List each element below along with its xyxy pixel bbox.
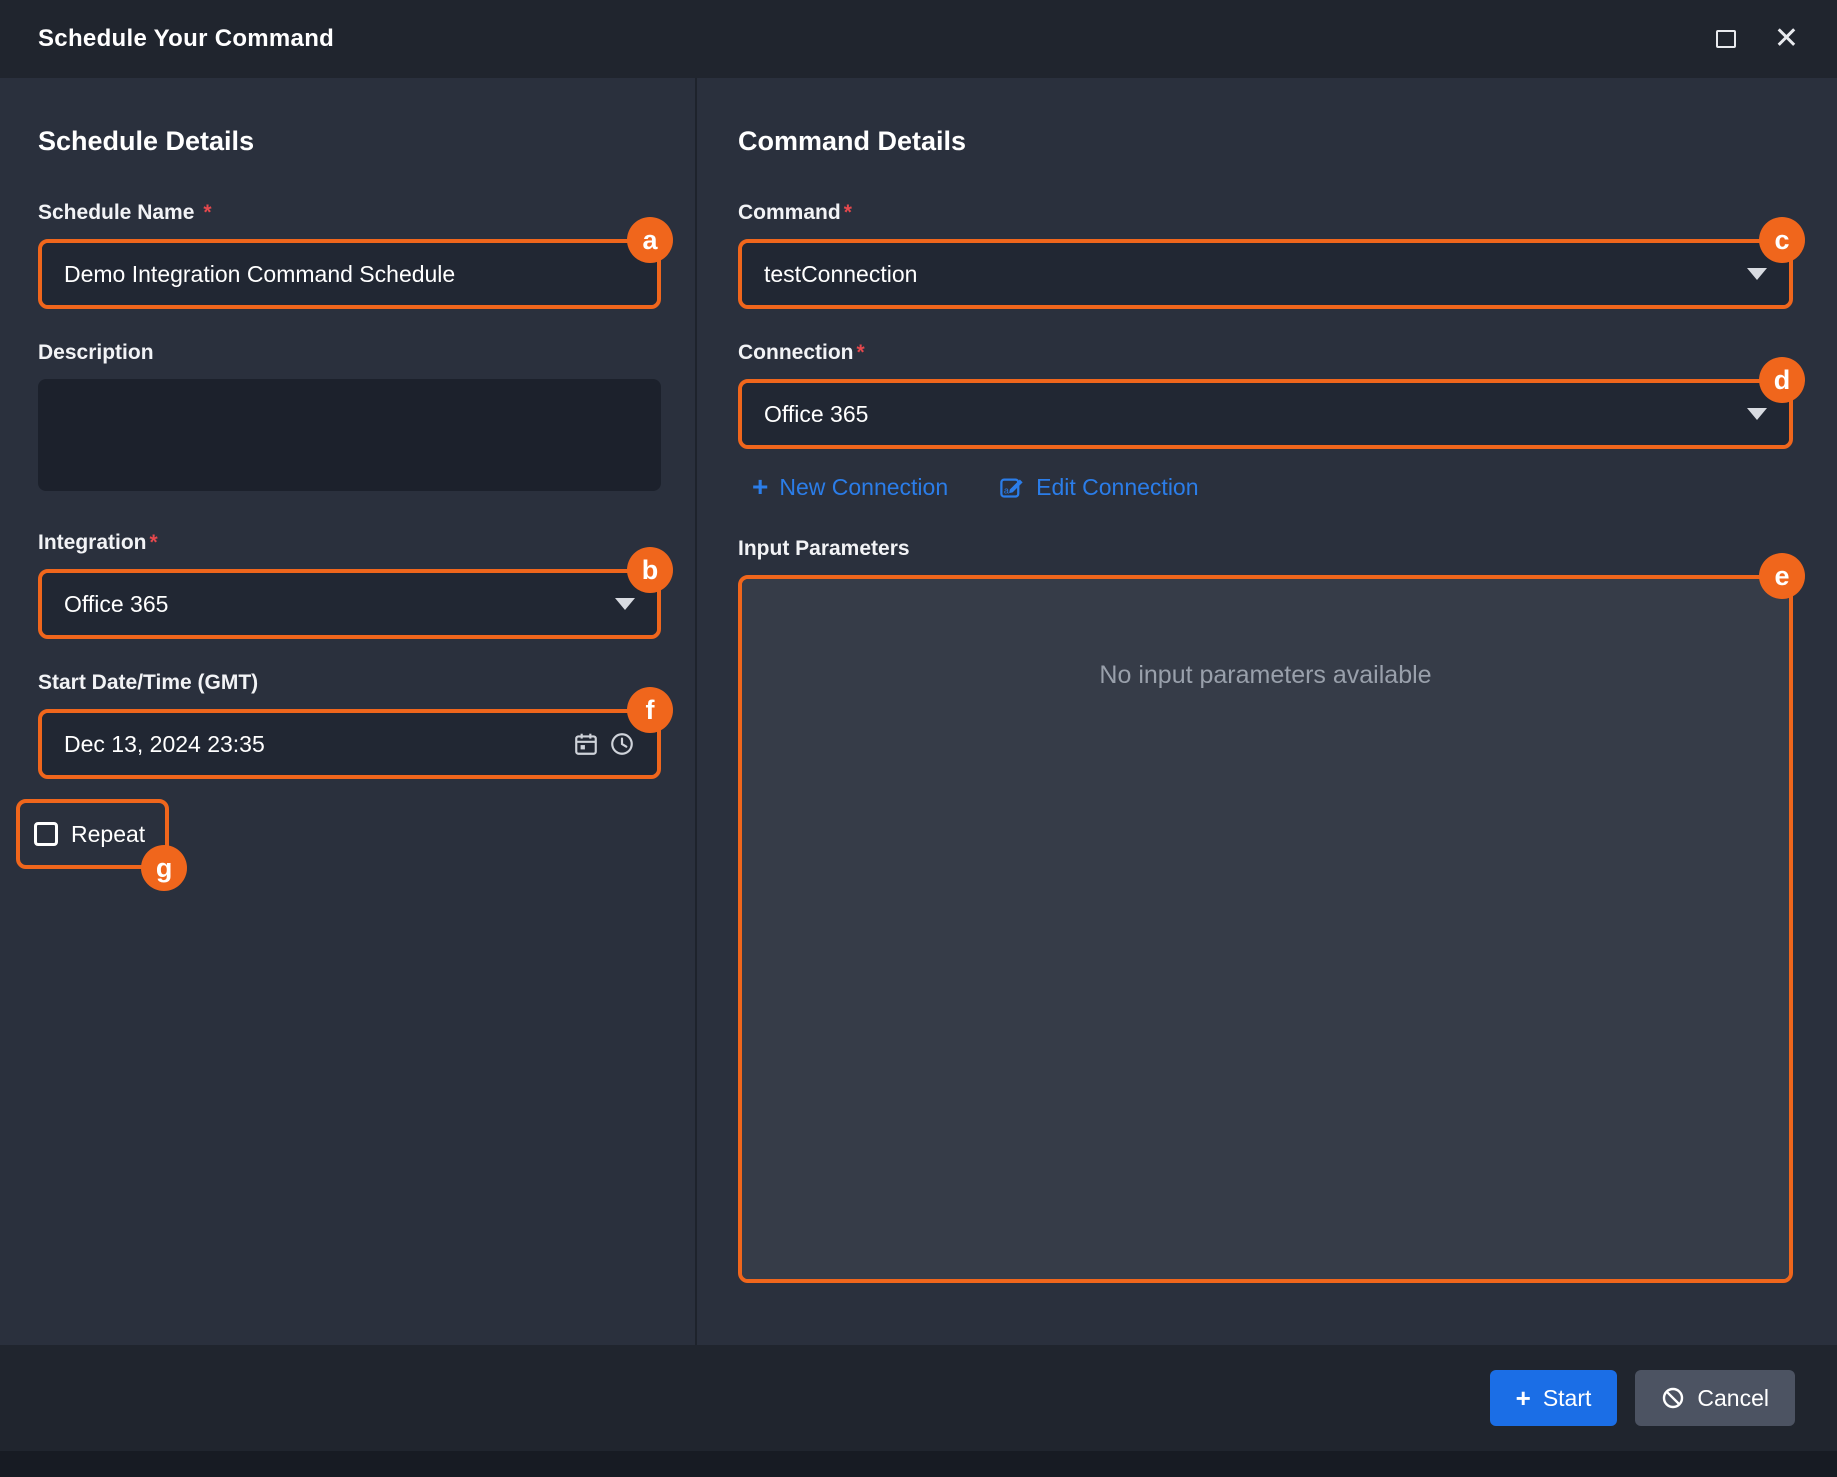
schedule-name-input[interactable] — [64, 261, 635, 288]
schedule-command-dialog: Schedule Your Command ✕ Schedule Details… — [0, 0, 1837, 1477]
schedule-name-input-box — [42, 243, 657, 305]
chevron-down-icon — [1747, 268, 1767, 280]
input-parameters-label: Input Parameters — [738, 537, 1793, 561]
start-datetime-input[interactable] — [64, 731, 573, 758]
start-datetime-label: Start Date/Time (GMT) — [38, 671, 661, 695]
new-connection-link[interactable]: + New Connection — [752, 473, 948, 501]
connection-label: Connection * — [738, 341, 1793, 365]
command-selected-value: testConnection — [764, 261, 917, 288]
no-entry-icon — [1661, 1386, 1685, 1410]
start-datetime-field-wrap: f — [38, 709, 661, 779]
connection-selected-value: Office 365 — [764, 401, 868, 428]
svg-text:a: a — [1004, 485, 1009, 495]
datetime-icons — [573, 731, 635, 757]
dialog-footer: + Start Cancel — [0, 1345, 1837, 1451]
description-input[interactable] — [38, 379, 661, 491]
command-label: Command * — [738, 201, 1793, 225]
start-button[interactable]: + Start — [1490, 1370, 1618, 1426]
input-parameters-panel: No input parameters available — [742, 579, 1789, 1279]
bottom-strip — [0, 1451, 1837, 1477]
dialog-title: Schedule Your Command — [38, 25, 334, 53]
annotation-badge-b: b — [627, 547, 673, 593]
command-select[interactable]: testConnection — [742, 243, 1789, 305]
chevron-down-icon — [615, 598, 635, 610]
edit-connection-link[interactable]: a Edit Connection — [998, 474, 1198, 501]
integration-label: Integration * — [38, 531, 661, 555]
annotation-badge-a: a — [627, 217, 673, 263]
integration-selected-value: Office 365 — [64, 591, 168, 618]
annotation-badge-e: e — [1759, 553, 1805, 599]
annotation-badge-d: d — [1759, 357, 1805, 403]
repeat-checkbox[interactable] — [34, 822, 58, 846]
annotation-badge-c: c — [1759, 217, 1805, 263]
titlebar: Schedule Your Command ✕ — [0, 0, 1837, 78]
description-label: Description — [38, 341, 661, 365]
plus-icon: + — [1516, 1385, 1531, 1411]
command-details-column: Command Details Command * c testConnecti… — [697, 78, 1837, 1345]
no-parameters-message: No input parameters available — [1099, 661, 1431, 689]
repeat-field-wrap: g Repeat — [16, 799, 169, 869]
connection-select[interactable]: Office 365 — [742, 383, 1789, 445]
edit-icon: a — [998, 474, 1025, 501]
window-controls: ✕ — [1716, 24, 1799, 54]
start-datetime-input-box — [42, 713, 657, 775]
maximize-icon[interactable] — [1716, 30, 1736, 48]
input-parameters-wrap: e No input parameters available — [738, 575, 1793, 1283]
annotation-badge-f: f — [627, 687, 673, 733]
schedule-name-field-wrap: a — [38, 239, 661, 309]
calendar-icon[interactable] — [573, 731, 599, 757]
dialog-body: Schedule Details Schedule Name * a Descr… — [0, 78, 1837, 1345]
close-icon[interactable]: ✕ — [1774, 24, 1799, 54]
required-asterisk: * — [857, 341, 865, 365]
required-asterisk: * — [203, 201, 211, 225]
connection-links-row: + New Connection a Edit Connection — [752, 473, 1793, 501]
clock-icon[interactable] — [609, 731, 635, 757]
required-asterisk: * — [844, 201, 852, 225]
schedule-details-column: Schedule Details Schedule Name * a Descr… — [0, 78, 697, 1345]
connection-field-wrap: d Office 365 — [738, 379, 1793, 449]
plus-icon: + — [752, 473, 768, 501]
schedule-name-label: Schedule Name * — [38, 201, 661, 225]
command-field-wrap: c testConnection — [738, 239, 1793, 309]
cancel-button[interactable]: Cancel — [1635, 1370, 1795, 1426]
repeat-label: Repeat — [71, 821, 145, 848]
integration-select[interactable]: Office 365 — [42, 573, 657, 635]
command-details-heading: Command Details — [738, 126, 1793, 157]
annotation-badge-g: g — [141, 845, 187, 891]
schedule-details-heading: Schedule Details — [38, 126, 661, 157]
required-asterisk: * — [150, 531, 158, 555]
integration-field-wrap: b Office 365 — [38, 569, 661, 639]
chevron-down-icon — [1747, 408, 1767, 420]
